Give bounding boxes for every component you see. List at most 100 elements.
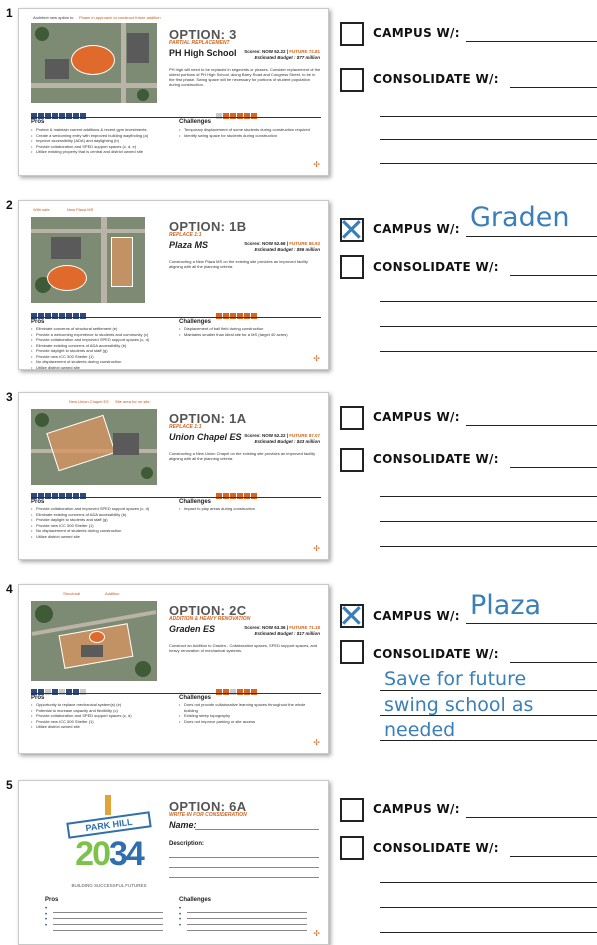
map-label: Structural <box>63 591 81 596</box>
consolidate-checkbox[interactable] <box>340 448 364 472</box>
campus-label: CAMPUS W/: <box>373 222 460 236</box>
scores: Scores: NOW 62.22 | FUTURE 87.07 Estimat… <box>244 433 320 444</box>
site-map <box>31 409 157 485</box>
consolidate-label: CONSOLIDATE W/: <box>373 72 499 86</box>
consolidate-label: CONSOLIDATE W/: <box>373 647 499 661</box>
challenges-heading: Challenges <box>179 319 212 325</box>
notes-line <box>380 163 597 164</box>
notes-line <box>380 546 597 547</box>
school-name: Union Chapel ES <box>169 432 242 442</box>
pros-heading: Pros <box>31 499 45 505</box>
campus-label: CAMPUS W/: <box>373 410 460 424</box>
park-hill-logo: PARK HILL 2034 BUILDING SUCCESSFUL FUTUR… <box>49 795 169 891</box>
option-subtitle: WRITE-IN FOR CONSIDERATION <box>169 812 247 818</box>
consolidate-line <box>510 275 597 276</box>
option-slide: New Union Chapel ES Site area for on sit… <box>18 392 329 560</box>
map-label: Architect new option to <box>33 15 74 20</box>
challenges-heading: Challenges <box>179 897 212 903</box>
name-field-label: Name: <box>169 820 197 830</box>
campus-line <box>466 623 597 624</box>
pros-heading: Pros <box>31 319 45 325</box>
handwritten-note: swing school as <box>384 694 534 716</box>
option-description: PH high will need to be replaced in segm… <box>169 67 321 87</box>
handwritten-note: Save for future <box>384 668 527 690</box>
campus-line <box>466 817 597 818</box>
pin-icon: ✢ <box>313 738 320 747</box>
challenges-heading: Challenges <box>179 499 212 505</box>
notes-line <box>380 715 597 716</box>
map-label: New Union Chapel ES <box>69 399 109 404</box>
pros-list: Opportunity to replace mechanical system… <box>31 702 171 730</box>
school-name: PH High School <box>169 48 237 58</box>
pros-heading: Pros <box>45 897 59 903</box>
pros-list: Provide collaboration and improved SPED … <box>31 506 171 539</box>
notes-line <box>380 496 597 497</box>
consolidate-line <box>510 662 597 663</box>
campus-checkbox[interactable] <box>340 406 364 430</box>
notes-line <box>380 740 597 741</box>
handwritten-note: needed <box>384 719 456 741</box>
row-number: 3 <box>6 390 13 404</box>
list-item: Does not provide collaborative learning … <box>179 702 319 713</box>
list-item: Does not improve parking or site access <box>179 719 319 725</box>
notes-line <box>380 521 597 522</box>
score-strip <box>31 683 321 695</box>
option-slide: Structural Addition OPTION: 2C ADDITION … <box>18 584 329 754</box>
row-number: 2 <box>6 198 13 212</box>
challenges-heading: Challenges <box>179 119 212 125</box>
check-x-mark: ✕ <box>338 211 365 249</box>
campus-line <box>466 236 597 237</box>
consolidate-checkbox[interactable] <box>340 255 364 279</box>
list-item: Utilize existing property that is centra… <box>31 149 171 155</box>
school-name: Plaza MS <box>169 240 209 250</box>
option-description: Constructing a New Union Chapel on the e… <box>169 451 316 461</box>
map-label: New Plaza MS <box>67 207 94 212</box>
map-label: With safe <box>33 207 50 212</box>
campus-line <box>466 425 597 426</box>
option-subtitle: REPLACE 1:1 <box>169 232 202 238</box>
notes-line <box>380 932 597 933</box>
consolidate-checkbox[interactable] <box>340 836 364 860</box>
consolidate-checkbox[interactable] <box>340 68 364 92</box>
notes-line <box>380 882 597 883</box>
pros-heading: Pros <box>31 119 45 125</box>
map-label: Addition <box>105 591 120 596</box>
check-x-mark: ✕ <box>338 597 365 635</box>
challenges-list: Displacement of ball field during constr… <box>179 326 319 337</box>
map-label: Site area for on site <box>115 399 150 404</box>
campus-checkbox[interactable] <box>340 22 364 46</box>
list-item: Impact to play areas during construction <box>179 506 319 512</box>
challenges-heading: Challenges <box>179 695 212 701</box>
campus-label: CAMPUS W/: <box>373 609 460 623</box>
site-map <box>31 23 157 103</box>
consolidate-label: CONSOLIDATE W/: <box>373 260 499 274</box>
consolidate-line <box>510 87 597 88</box>
option-description: Construct an Addition to Graden - Collab… <box>169 643 318 653</box>
campus-checkbox[interactable] <box>340 798 364 822</box>
pros-list: Eliminate concerns of structural settlem… <box>31 326 171 370</box>
notes-line <box>380 351 597 352</box>
consolidate-label: CONSOLIDATE W/: <box>373 452 499 466</box>
score-strip <box>31 107 321 119</box>
pin-icon: ✢ <box>313 354 320 363</box>
notes-line <box>380 301 597 302</box>
scores: Scores: NOW 62.22 | FUTURE 72.81 Estimat… <box>244 49 320 60</box>
notes-line <box>380 326 597 327</box>
option-slide: PARK HILL 2034 BUILDING SUCCESSFUL FUTUR… <box>18 780 329 945</box>
site-map <box>31 217 145 303</box>
row-number: 5 <box>6 778 13 792</box>
handwritten-campus: Plaza <box>470 590 542 621</box>
map-label: Phase in approach to construct future ad… <box>79 15 161 20</box>
pin-icon: ✢ <box>313 929 320 938</box>
consolidate-line <box>510 856 597 857</box>
consolidate-checkbox[interactable] <box>340 640 364 664</box>
campus-label: CAMPUS W/: <box>373 26 460 40</box>
row-number: 4 <box>6 582 13 596</box>
site-map <box>31 601 157 681</box>
list-item: Identify swing space for students during… <box>179 133 319 139</box>
list-item: Utilize district owned site <box>31 365 171 370</box>
challenges-list: Impact to play areas during construction <box>179 506 319 512</box>
consolidate-line <box>510 467 597 468</box>
description-label: Description: <box>169 841 205 847</box>
scores: Scores: NOW 63.36 | FUTURE 71.18 Estimat… <box>244 625 320 636</box>
